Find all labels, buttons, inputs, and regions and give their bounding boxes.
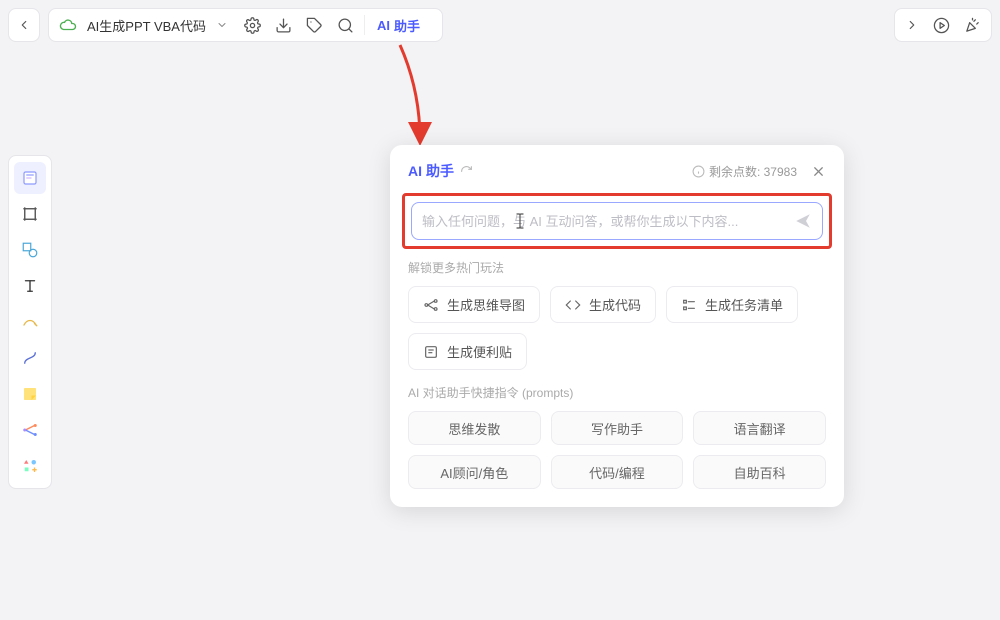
cloud-sync-icon (59, 16, 77, 34)
prompt-translate[interactable]: 语言翻译 (693, 411, 826, 445)
tool-more[interactable] (14, 450, 46, 482)
chip-code[interactable]: 生成代码 (550, 286, 656, 323)
hot-chips: 生成思维导图 生成代码 生成任务清单 生成便利贴 (408, 286, 826, 370)
send-icon (794, 212, 812, 230)
chip-tasklist[interactable]: 生成任务清单 (666, 286, 798, 323)
party-icon (964, 17, 981, 34)
panel-header: AI助手 剩余点数: 37983 (408, 161, 826, 181)
close-button[interactable] (811, 164, 826, 179)
mindmap-chip-icon (423, 297, 439, 313)
prompt-grid: 思维发散 写作助手 语言翻译 AI顾问/角色 代码/编程 自助百科 (408, 411, 826, 489)
tag-icon (306, 17, 323, 34)
title-dropdown[interactable] (216, 19, 228, 31)
section-prompts-label: AI 对话助手快捷指令 (prompts) (408, 384, 826, 401)
refresh-button[interactable] (460, 165, 473, 178)
back-button[interactable] (8, 8, 40, 42)
annotation-arrow (390, 40, 470, 160)
connector-icon (21, 349, 39, 367)
search-button[interactable] (337, 17, 354, 34)
play-button[interactable] (933, 17, 950, 34)
sticky-chip-icon (423, 344, 439, 360)
prompt-advisor[interactable]: AI顾问/角色 (408, 455, 541, 489)
tool-rail (8, 155, 52, 489)
frame-icon (21, 205, 39, 223)
tool-pen[interactable] (14, 306, 46, 338)
gear-icon (244, 17, 261, 34)
tool-mindmap[interactable] (14, 414, 46, 446)
tool-text[interactable] (14, 270, 46, 302)
ai-assistant-panel: AI助手 剩余点数: 37983 解锁更多热门玩法 生成思维导图 生成代码 生成… (390, 145, 844, 507)
chevron-down-icon (216, 19, 228, 31)
tasklist-chip-icon (681, 297, 697, 313)
tool-frame[interactable] (14, 198, 46, 230)
tag-button[interactable] (306, 17, 323, 34)
topbar: AI生成PPT VBA代码 AI助手 (8, 8, 443, 42)
chevron-right-icon (905, 18, 919, 32)
send-button[interactable] (794, 212, 812, 230)
mindmap-icon (21, 421, 39, 439)
note-icon (21, 169, 39, 187)
download-icon (275, 17, 292, 34)
section-hot-label: 解锁更多热门玩法 (408, 259, 826, 276)
ai-prompt-input[interactable] (422, 214, 794, 229)
chip-mindmap[interactable]: 生成思维导图 (408, 286, 540, 323)
text-icon (21, 277, 39, 295)
ai-assistant-tab[interactable]: AI助手 (364, 15, 432, 35)
tool-connector[interactable] (14, 342, 46, 374)
download-button[interactable] (275, 17, 292, 34)
shape-icon (21, 241, 39, 259)
code-chip-icon (565, 297, 581, 313)
input-highlight-annotation (402, 193, 832, 249)
tool-sticky[interactable] (14, 378, 46, 410)
prompt-writing[interactable]: 写作助手 (551, 411, 684, 445)
play-circle-icon (933, 17, 950, 34)
document-title: AI生成PPT VBA代码 (87, 16, 206, 35)
search-icon (337, 17, 354, 34)
topright-actions (894, 8, 992, 42)
document-title-bar: AI生成PPT VBA代码 AI助手 (48, 8, 443, 42)
chevron-left-icon (17, 18, 31, 32)
ai-input-container (411, 202, 823, 240)
prompt-diverge[interactable]: 思维发散 (408, 411, 541, 445)
shapes-plus-icon (21, 457, 39, 475)
panel-title: AI助手 (408, 161, 454, 181)
close-icon (811, 164, 826, 179)
tool-note[interactable] (14, 162, 46, 194)
prompt-wiki[interactable]: 自助百科 (693, 455, 826, 489)
celebrate-button[interactable] (964, 17, 981, 34)
prompt-code[interactable]: 代码/编程 (551, 455, 684, 489)
expand-button[interactable] (905, 18, 919, 32)
points-remaining: 剩余点数: 37983 (692, 163, 797, 180)
refresh-icon (460, 165, 473, 178)
chip-sticky[interactable]: 生成便利贴 (408, 333, 527, 370)
title-actions (244, 17, 354, 34)
tool-shape[interactable] (14, 234, 46, 266)
settings-button[interactable] (244, 17, 261, 34)
info-icon (692, 165, 705, 178)
pen-icon (21, 313, 39, 331)
sticky-icon (21, 385, 39, 403)
